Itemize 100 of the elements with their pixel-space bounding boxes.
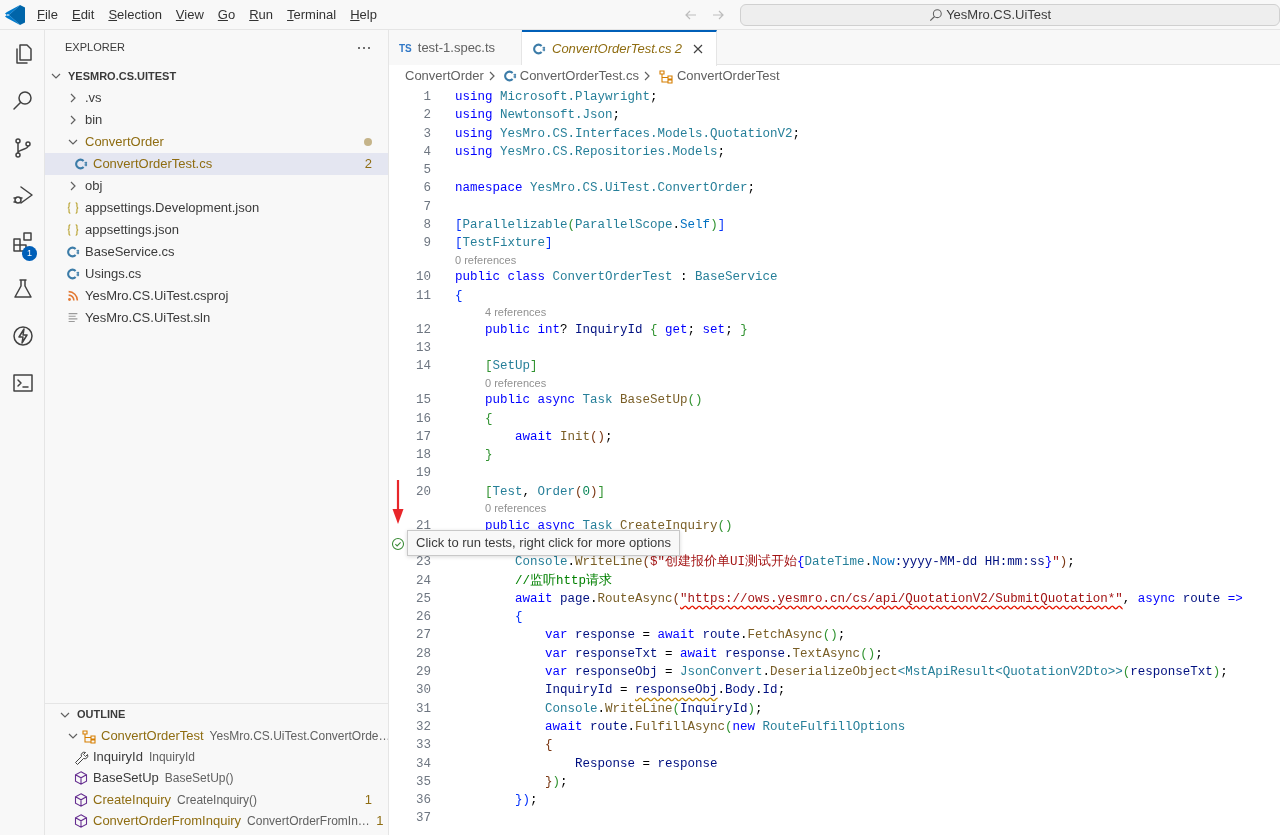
search-text: YesMro.CS.UiTest [946, 5, 1052, 24]
symbol-detail: YesMro.CS.UiTest.ConvertOrde… [209, 727, 388, 745]
tree-item[interactable]: YesMro.CS.UiTest.sln [45, 307, 388, 329]
tree-item[interactable]: CreateInquiry CreateInquiry() 1 [45, 788, 388, 811]
code-line: await route.FulfillAsync(new RouteFulfillOptions [544, 718, 906, 736]
code-line: var responseObj = JsonConvert.DeserializeObject<MstApiResult<QuotationV2Dto>>(responseTxt); [544, 664, 1228, 682]
line-number: 33 [415, 737, 431, 755]
line-number: 2 [422, 107, 431, 125]
search-icon[interactable] [10, 88, 35, 113]
tree-item[interactable]: ConvertOrder [45, 131, 388, 153]
line-number: 28 [415, 645, 431, 663]
symbol-detail: InquiryId [148, 748, 195, 766]
line-number: 18 [415, 447, 431, 465]
tree-item[interactable]: bin [45, 109, 388, 131]
braces-icon [66, 223, 80, 237]
line-number: 37 [415, 810, 431, 828]
search-icon [928, 7, 943, 22]
line-number: 1 [422, 89, 431, 106]
braces-icon [66, 201, 80, 215]
check-circle-icon[interactable] [391, 537, 405, 552]
breadcrumb-item[interactable]: ConvertOrder [405, 66, 484, 86]
line-number: 24 [415, 572, 431, 590]
breadcrumb-item[interactable]: ConvertOrderTest.cs [519, 66, 639, 86]
cube-icon [73, 791, 89, 808]
badge: 1 [22, 246, 37, 261]
breadcrumb-item[interactable]: ConvertOrderTest [676, 66, 780, 86]
section-header[interactable]: OUTLINE [45, 703, 388, 725]
code-line: var responseTxt = await response.TextAsync(); [544, 645, 883, 663]
csharp-file-icon [532, 42, 546, 56]
tree-item[interactable]: Usings.cs [45, 263, 388, 285]
line-number: 8 [422, 217, 431, 235]
tree-item[interactable]: .vs [45, 87, 388, 109]
tooltip: Click to run tests, right click for more options [407, 530, 681, 556]
code-line: //监听http请求 [514, 572, 613, 590]
csharp-file-icon [502, 69, 517, 83]
code-line: InquiryId = responseObj.Body.Id; [544, 682, 786, 700]
tree-item[interactable]: appsettings.Development.json [45, 197, 388, 219]
code-line: { [544, 737, 553, 755]
line-number: 6 [422, 180, 431, 198]
line-number: 29 [415, 664, 431, 682]
symbol-detail: BaseSetUp() [164, 770, 234, 788]
annotation-arrow [392, 480, 404, 524]
menu-item[interactable]: Help [343, 4, 384, 25]
menu-item[interactable]: View [168, 4, 211, 25]
editor-tab[interactable]: ConvertOrderTest.cs 2 [522, 30, 717, 66]
line-number: 5 [422, 162, 431, 180]
code-line: [Test, Order(0)] [484, 483, 606, 501]
symbol-detail: CreateInquiry() [177, 791, 258, 809]
code-line: }); [514, 792, 538, 810]
tree-root[interactable]: YESMRO.CS.UITEST [45, 65, 388, 87]
code-line: }); [544, 773, 568, 791]
tree-item[interactable]: YesMro.CS.UiTest.csproj [45, 285, 388, 307]
problem-count: 1 [376, 812, 384, 831]
menu-item[interactable]: Go [210, 4, 243, 25]
code-line: public class ConvertOrderTest : BaseService [455, 269, 778, 287]
menu-item[interactable]: Edit [64, 4, 102, 25]
code-line: [TestFixture] [455, 235, 553, 253]
menu-item[interactable]: Selection [101, 4, 169, 25]
tree-item[interactable]: BaseSetUp BaseSetUp() [45, 767, 388, 789]
tree-item[interactable]: InquiryId InquiryId [45, 746, 388, 768]
line-number: 7 [422, 198, 431, 216]
menu-item[interactable]: File [30, 4, 65, 25]
line-number: 14 [415, 358, 431, 376]
code-line: await Init(); [514, 428, 613, 446]
class-icon [657, 68, 674, 84]
command-center[interactable]: YesMro.CS.UiTest [740, 3, 1280, 26]
cube-icon [73, 770, 89, 787]
line-number: 35 [415, 773, 431, 791]
tree-item[interactable]: BaseService.cs [45, 241, 388, 263]
line-number: 13 [415, 339, 431, 357]
code-line: using YesMro.CS.Repositories.Models; [455, 143, 726, 161]
tree-item[interactable]: appsettings.json [45, 219, 388, 241]
line-number: 34 [415, 755, 431, 773]
tree-item[interactable]: ConvertOrderFromInquiry ConvertOrderFromIn… 1 [45, 810, 388, 832]
line-number: 36 [415, 792, 431, 810]
rss-icon [66, 289, 80, 303]
line-number: 17 [415, 428, 431, 446]
csharp-file-icon [66, 245, 80, 259]
code-line: using Newtonsoft.Json; [455, 107, 621, 125]
extensions-icon[interactable] [10, 229, 35, 254]
code-line: Console.WriteLine(InquiryId); [544, 700, 763, 718]
menu-item[interactable]: Run [242, 4, 281, 25]
class-icon [81, 727, 97, 744]
menu-item[interactable]: Terminal [280, 4, 344, 25]
code-line: [Parallelizable(ParallelScope.Self)] [455, 217, 726, 235]
line-number: 9 [422, 235, 431, 253]
line-number: 32 [415, 718, 431, 736]
line-number: 3 [422, 125, 431, 143]
cube-icon [73, 812, 89, 829]
editor-tab[interactable]: TS test-1.spec.ts [389, 30, 522, 65]
line-number: 31 [415, 700, 431, 718]
tree-item[interactable]: obj [45, 175, 388, 197]
problem-count: 1 [364, 790, 372, 809]
tree-item[interactable]: ConvertOrderTest YesMro.CS.UiTest.ConvertOrde… [45, 725, 388, 747]
tree-item[interactable]: ConvertOrderTest.cs 2 [45, 153, 388, 175]
line-number: 26 [415, 609, 431, 627]
csharp-file-icon [66, 267, 80, 281]
lightning-icon[interactable] [10, 323, 35, 348]
text-file-icon [66, 311, 80, 325]
code-line: Response = response [574, 755, 718, 773]
